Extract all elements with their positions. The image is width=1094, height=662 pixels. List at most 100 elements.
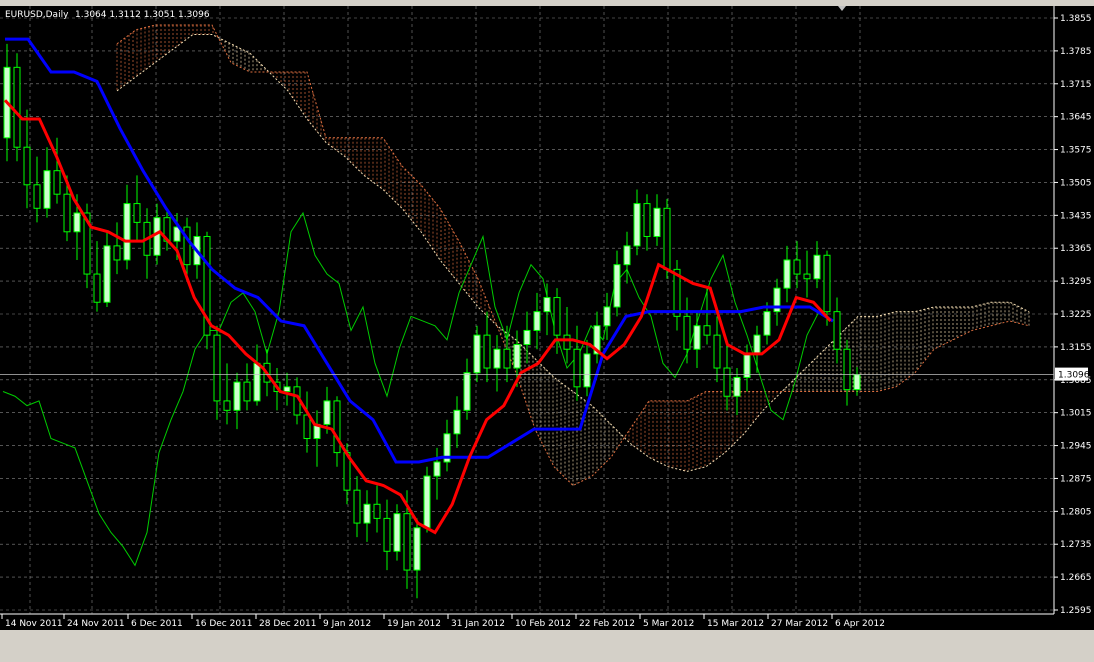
candle-body — [553, 297, 561, 336]
candle-body — [423, 475, 431, 529]
candle-body — [53, 170, 61, 195]
candle-body — [793, 259, 801, 275]
current-price-label: 1.3096 — [1058, 371, 1090, 381]
candle-body — [233, 381, 241, 411]
candle-body — [753, 334, 761, 355]
candle-body — [533, 311, 541, 331]
y-tick-label: 1.3505 — [1060, 178, 1092, 188]
y-tick-label: 1.3015 — [1060, 409, 1092, 419]
x-tick-label: 10 Feb 2012 — [515, 619, 571, 629]
x-tick-label: 6 Dec 2011 — [131, 619, 183, 629]
chart-window: 1.3855 1.3785 1.3715 1.3645 1.3575 1.3505 1.34… — [0, 0, 1094, 662]
candle-body — [383, 517, 391, 552]
x-tick-label: 28 Dec 2011 — [259, 619, 317, 629]
y-tick-label: 1.3575 — [1060, 146, 1092, 156]
candle-body — [543, 297, 551, 313]
x-tick-label: 14 Nov 2011 — [5, 619, 63, 629]
candle-body — [413, 527, 421, 571]
candle-body — [563, 334, 571, 350]
x-tick-label: 19 Jan 2012 — [387, 619, 441, 629]
ohlc-readout: 1.3064 1.3112 1.3051 1.3096 — [75, 10, 210, 20]
candle-body — [433, 461, 441, 477]
y-tick-label: 1.3155 — [1060, 343, 1092, 353]
candle-body — [723, 367, 731, 397]
x-tick-label: 9 Jan 2012 — [323, 619, 371, 629]
candle-body — [363, 503, 371, 524]
x-tick-label: 6 Apr 2012 — [835, 619, 885, 629]
candle-body — [683, 315, 691, 350]
candle-body — [523, 329, 531, 346]
candle-body — [853, 374, 861, 391]
y-tick-label: 1.2875 — [1060, 474, 1092, 484]
x-tick-label: 5 Mar 2012 — [643, 619, 694, 629]
y-tick-label: 1.2945 — [1060, 442, 1092, 452]
candle-body — [623, 245, 631, 266]
candle-body — [493, 348, 501, 369]
candle-body — [223, 400, 231, 411]
current-price-label-box: 1.3096 — [1055, 367, 1090, 381]
candle-body — [123, 203, 131, 261]
y-tick-label: 1.3855 — [1060, 14, 1092, 24]
candle-body — [213, 334, 221, 402]
candle-body — [323, 400, 331, 425]
candle-body — [453, 409, 461, 435]
y-tick-label: 1.3225 — [1060, 310, 1092, 320]
candle-body — [703, 325, 711, 336]
candle-body — [633, 203, 641, 247]
candle-body — [373, 503, 381, 519]
y-tick-label: 1.2735 — [1060, 540, 1092, 550]
candle-body — [643, 203, 651, 237]
candle-body — [403, 513, 411, 571]
y-tick-label: 1.3785 — [1060, 47, 1092, 57]
candle-body — [73, 212, 81, 233]
y-tick-label: 1.3435 — [1060, 211, 1092, 221]
candle-body — [33, 184, 41, 209]
y-tick-label: 1.3645 — [1060, 113, 1092, 123]
y-tick-label: 1.3365 — [1060, 244, 1092, 254]
candle-body — [133, 203, 141, 223]
candle-body — [733, 376, 741, 397]
chart-title: EURUSD,Daily — [5, 10, 69, 20]
y-tick-label: 1.3295 — [1060, 277, 1092, 287]
candle-body — [103, 245, 111, 303]
candle-body — [663, 207, 671, 270]
candle-body — [763, 311, 771, 336]
candle-body — [743, 353, 751, 378]
candle-body — [603, 306, 611, 327]
candle-body — [13, 66, 21, 148]
candle-body — [583, 353, 591, 388]
candle-body — [473, 334, 481, 374]
candle-body — [813, 254, 821, 280]
candle-body — [783, 259, 791, 289]
candle-body — [653, 207, 661, 237]
x-tick-label: 16 Dec 2011 — [195, 619, 253, 629]
candle-body — [333, 400, 341, 454]
candle-body — [693, 325, 701, 350]
x-tick-label: 31 Jan 2012 — [451, 619, 505, 629]
y-tick-label: 1.2665 — [1060, 573, 1092, 583]
candle-body — [113, 245, 121, 261]
candle-body — [243, 381, 251, 402]
candle-body — [283, 386, 291, 393]
candle-body — [463, 372, 471, 411]
price-chart[interactable]: 1.3855 1.3785 1.3715 1.3645 1.3575 1.3505 1.34… — [0, 0, 1094, 662]
candle-body — [353, 489, 361, 524]
y-tick-label: 1.2805 — [1060, 507, 1092, 517]
x-tick-label: 15 Mar 2012 — [707, 619, 764, 629]
y-tick-label: 1.2595 — [1060, 606, 1092, 616]
candle-body — [843, 348, 851, 391]
candle-body — [63, 193, 71, 233]
candle-body — [393, 513, 401, 552]
x-tick-label: 22 Feb 2012 — [579, 619, 635, 629]
x-tick-label: 24 Nov 2011 — [67, 619, 125, 629]
candle-body — [573, 348, 581, 388]
candle-body — [153, 217, 161, 256]
candle-body — [803, 273, 811, 280]
candle-body — [253, 362, 261, 402]
chart-background — [0, 6, 1054, 614]
candle-body — [93, 273, 101, 303]
candle-body — [713, 334, 721, 369]
candle-body — [43, 170, 51, 209]
y-tick-label: 1.3715 — [1060, 80, 1092, 90]
candle-body — [503, 348, 511, 369]
